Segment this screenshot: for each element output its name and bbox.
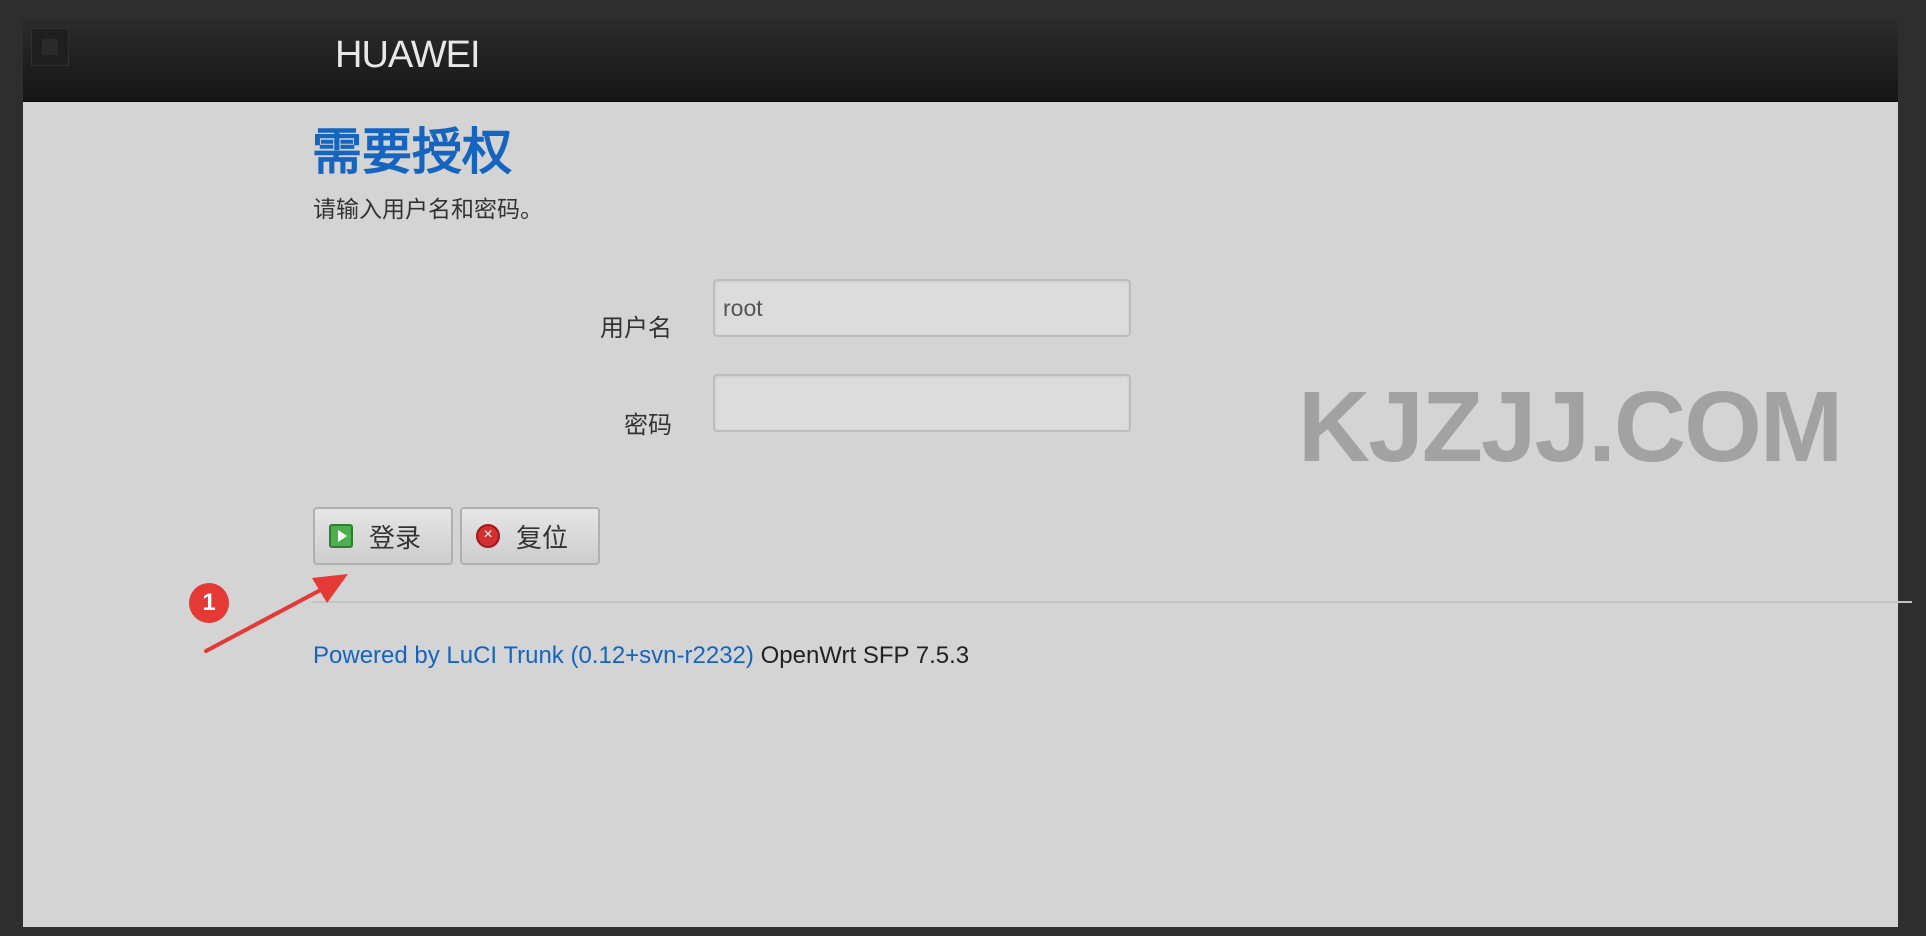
username-input[interactable] (713, 279, 1131, 337)
page-description: 请输入用户名和密码。 (313, 196, 543, 222)
page-title: 需要授权 (312, 124, 512, 180)
menu-icon[interactable] (31, 28, 69, 66)
firmware-version: OpenWrt SFP 7.5.3 (753, 642, 970, 669)
reset-button-label: 复位 (516, 522, 569, 553)
reset-button[interactable]: × 复位 (460, 507, 600, 565)
brand-logo[interactable]: HUAWEI (335, 34, 481, 77)
watermark-text: KJZJJ.COM (1298, 371, 1843, 483)
luci-link[interactable]: Powered by LuCI Trunk (0.12+svn-r2232) (313, 642, 754, 669)
login-button[interactable]: 登录 (313, 507, 453, 565)
username-label: 用户名 (600, 315, 672, 342)
login-button-label: 登录 (369, 522, 422, 553)
password-input[interactable] (713, 374, 1131, 432)
footer-divider (312, 601, 1912, 603)
password-label: 密码 (624, 412, 672, 439)
step-badge: 1 (189, 583, 229, 623)
cancel-icon: × (476, 524, 500, 548)
header-bar: HUAWEI (23, 20, 1898, 102)
play-icon (329, 524, 353, 548)
footer: Powered by LuCI Trunk (0.12+svn-r2232) O… (313, 642, 969, 670)
